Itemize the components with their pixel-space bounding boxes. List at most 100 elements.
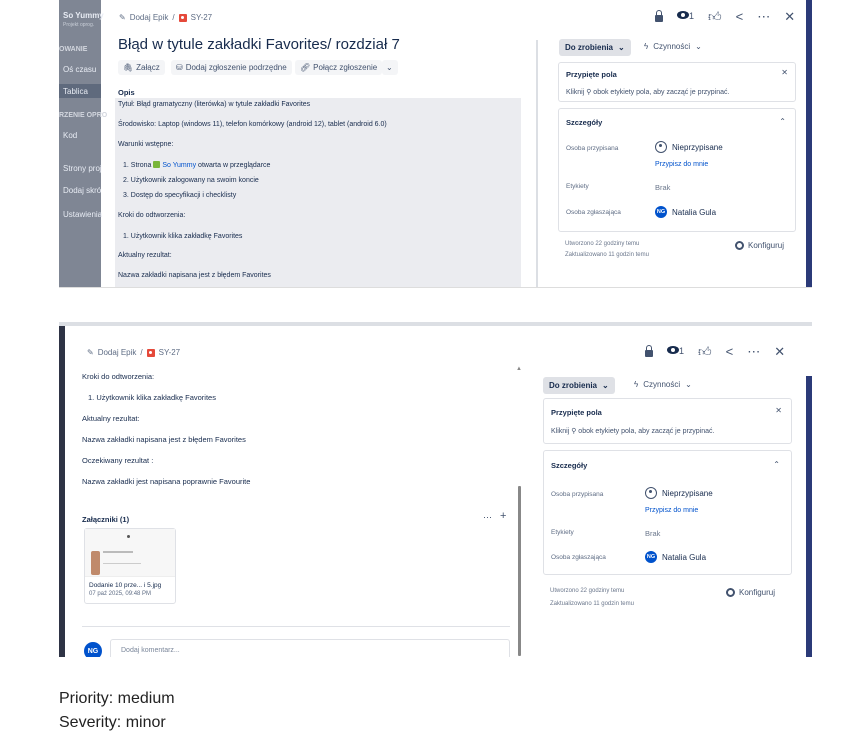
details-title: Szczegóły bbox=[551, 461, 588, 470]
thumbnail-text-line bbox=[103, 563, 141, 564]
add-child-button[interactable]: ⛁ Dodaj zgłoszenie podrzędne bbox=[171, 60, 292, 75]
pinned-fields-card: Przypięte pola ✕ Kliknij ⚲ obok etykiety… bbox=[558, 62, 796, 102]
assignee-label: Osoba przypisana bbox=[551, 491, 604, 498]
breadcrumb-issue-key[interactable]: SY-27 bbox=[159, 348, 181, 357]
labels-value[interactable]: Brak bbox=[645, 529, 660, 538]
sidebar-item-pages[interactable]: Strony proj bbox=[63, 164, 102, 173]
desc-line-step3: 3. Dostęp do specyfikacji i checklisty bbox=[123, 192, 237, 199]
status-dropdown[interactable]: Do zrobienia ⌄ bbox=[559, 39, 631, 56]
desc-line-steps-heading: Kroki do odtworzenia: bbox=[118, 212, 186, 219]
right-edge-strip bbox=[806, 376, 812, 657]
sidebar-item-board[interactable]: Tablica bbox=[63, 87, 88, 96]
lightning-icon: ϟ bbox=[634, 380, 639, 389]
more-toolbar-dropdown[interactable]: ⌄ bbox=[382, 60, 398, 75]
desc-line-title: Tytuł: Błąd gramatyczny (literówka) w ty… bbox=[118, 101, 311, 108]
breadcrumb-separator: / bbox=[172, 13, 175, 22]
sidebar-item-timeline[interactable]: Oś czasu bbox=[63, 65, 96, 74]
updated-timestamp: Zaktualizowano 11 godzin temu bbox=[550, 601, 634, 607]
desc-line-step1: 1. Strona So Yummy otwarta w przeglądarc… bbox=[123, 161, 270, 169]
watch-button[interactable]: 1 bbox=[667, 345, 684, 358]
link-icon: 🔗︎ bbox=[300, 63, 311, 72]
reporter-value[interactable]: NG Natalia Gula bbox=[645, 551, 706, 563]
actual-result: Nazwa zakładki napisana jest z błędem Fa… bbox=[82, 435, 246, 444]
add-icon[interactable]: + bbox=[500, 510, 506, 522]
more-icon[interactable]: ⋯ bbox=[757, 10, 770, 23]
severity-text: Severity: minor bbox=[59, 714, 166, 731]
watch-count: 1 bbox=[679, 346, 685, 356]
description-editor[interactable]: Tytuł: Błąd gramatyczny (literówka) w ty… bbox=[115, 98, 521, 287]
user-icon bbox=[655, 141, 667, 153]
share-icon[interactable]: < bbox=[726, 345, 734, 358]
breadcrumb-issue-key[interactable]: SY-27 bbox=[191, 13, 213, 22]
lock-icon[interactable] bbox=[655, 10, 663, 22]
issue-view-panel-top: So Yummy Projekt oprog. OWANIE Oś czasu … bbox=[59, 0, 812, 288]
desc-line-step2: 2. Użytkownik zalogowany na swoim koncie bbox=[123, 177, 259, 184]
description-heading: Opis bbox=[118, 88, 135, 97]
thumbs-up-icon[interactable]: 👍︎ bbox=[708, 10, 722, 23]
paperclip-icon: 🖇︎ bbox=[123, 63, 134, 72]
smart-link-so-yummy[interactable]: So Yummy bbox=[153, 161, 196, 169]
attachment-date: 07 paź 2025, 09:48 PM bbox=[89, 591, 152, 597]
avatar: NG bbox=[84, 642, 102, 657]
breadcrumb-epic[interactable]: Dodaj Epik bbox=[98, 348, 137, 357]
project-name[interactable]: So Yummy bbox=[63, 11, 104, 20]
assign-to-me-link[interactable]: Przypisz do mnie bbox=[645, 507, 698, 514]
configure-button[interactable]: Konfiguruj bbox=[735, 241, 784, 250]
thumbs-up-icon[interactable]: 👍︎ bbox=[698, 345, 712, 358]
desc-line-step-click: 1. Użytkownik klika zakładkę Favorites bbox=[123, 233, 243, 240]
link-issue-button[interactable]: 🔗︎ Połącz zgłoszenie bbox=[295, 60, 383, 75]
add-child-label: Dodaj zgłoszenie podrzędne bbox=[185, 63, 287, 72]
labels-label: Etykiety bbox=[566, 183, 589, 190]
reporter-value[interactable]: NG Natalia Gula bbox=[655, 206, 716, 218]
close-icon[interactable]: ✕ bbox=[775, 406, 782, 415]
bug-icon bbox=[178, 13, 187, 22]
actions-dropdown[interactable]: ϟ Czynności ⌄ bbox=[644, 42, 702, 51]
close-icon[interactable]: ✕ bbox=[774, 345, 785, 358]
assignee-value[interactable]: Nieprzypisane bbox=[645, 487, 713, 499]
breadcrumb: ✎ Dodaj Epik / SY-27 bbox=[87, 348, 180, 357]
created-timestamp: Utworzono 22 godziny temu bbox=[550, 588, 625, 594]
watch-button[interactable]: 1 bbox=[677, 10, 694, 23]
sidebar-item-code[interactable]: Kod bbox=[63, 131, 77, 140]
chevron-up-icon[interactable]: ⌃ bbox=[779, 117, 786, 126]
sidebar-item-add-shortcut[interactable]: Dodaj skró bbox=[63, 186, 101, 195]
assign-to-me-link[interactable]: Przypisz do mnie bbox=[655, 161, 708, 168]
attachments-title: Załączniki (1) bbox=[82, 515, 130, 524]
more-icon[interactable]: ⋯ bbox=[747, 345, 760, 358]
breadcrumb-epic[interactable]: Dodaj Epik bbox=[130, 13, 169, 22]
pinned-fields-hint: Kliknij ⚲ obok etykiety pola, aby zacząć… bbox=[566, 89, 730, 96]
sidebar-item-settings[interactable]: Ustawienia bbox=[63, 210, 102, 219]
link-issue-label: Połącz zgłoszenie bbox=[313, 63, 378, 72]
breadcrumb: ✎ Dodaj Epik / SY-27 bbox=[119, 13, 212, 22]
more-icon[interactable]: ⋯ bbox=[483, 512, 492, 523]
actions-label: Czynności bbox=[653, 42, 691, 51]
status-dropdown[interactable]: Do zrobienia ⌄ bbox=[543, 377, 615, 394]
expected-heading: Oczekiwany rezultat : bbox=[82, 456, 154, 465]
details-card: Szczegóły ⌃ Osoba przypisana Nieprzypisa… bbox=[543, 450, 792, 575]
share-icon[interactable]: < bbox=[736, 10, 744, 23]
issue-title[interactable]: Błąd w tytule zakładki Favorites/ rozdzi… bbox=[118, 36, 400, 53]
close-icon[interactable]: ✕ bbox=[784, 10, 795, 23]
gear-icon bbox=[735, 241, 744, 250]
desc-line-actual: Nazwa zakładki napisana jest z błędem Fa… bbox=[118, 272, 271, 279]
configure-button[interactable]: Konfiguruj bbox=[726, 588, 775, 597]
pencil-icon: ✎ bbox=[87, 348, 94, 357]
lock-icon[interactable] bbox=[645, 345, 653, 357]
desc-step1-prefix: 1. Strona bbox=[123, 162, 152, 169]
attach-button[interactable]: 🖇︎ Załącz bbox=[118, 60, 165, 75]
chevron-up-icon[interactable]: ⌃ bbox=[773, 460, 780, 469]
comment-input[interactable]: Dodaj komentarz... bbox=[110, 639, 510, 657]
configure-label: Konfiguruj bbox=[739, 588, 776, 597]
created-timestamp: Utworzono 22 godziny temu bbox=[565, 241, 640, 247]
labels-value[interactable]: Brak bbox=[655, 183, 670, 192]
attachment-card[interactable]: Dodanie 10 prze... i 5.jpg 07 paź 2025, … bbox=[84, 528, 176, 604]
scrollbar[interactable] bbox=[518, 486, 521, 656]
actions-dropdown[interactable]: ϟ Czynności ⌄ bbox=[634, 380, 692, 389]
assignee-value[interactable]: Nieprzypisane bbox=[655, 141, 723, 153]
right-edge-strip bbox=[806, 0, 812, 287]
pinned-fields-title: Przypięte pola bbox=[551, 408, 602, 417]
assignee-text: Nieprzypisane bbox=[672, 142, 723, 152]
chevron-down-icon: ⌄ bbox=[602, 381, 609, 390]
scroll-up-icon[interactable]: ▲ bbox=[516, 366, 522, 372]
close-icon[interactable]: ✕ bbox=[781, 68, 788, 77]
